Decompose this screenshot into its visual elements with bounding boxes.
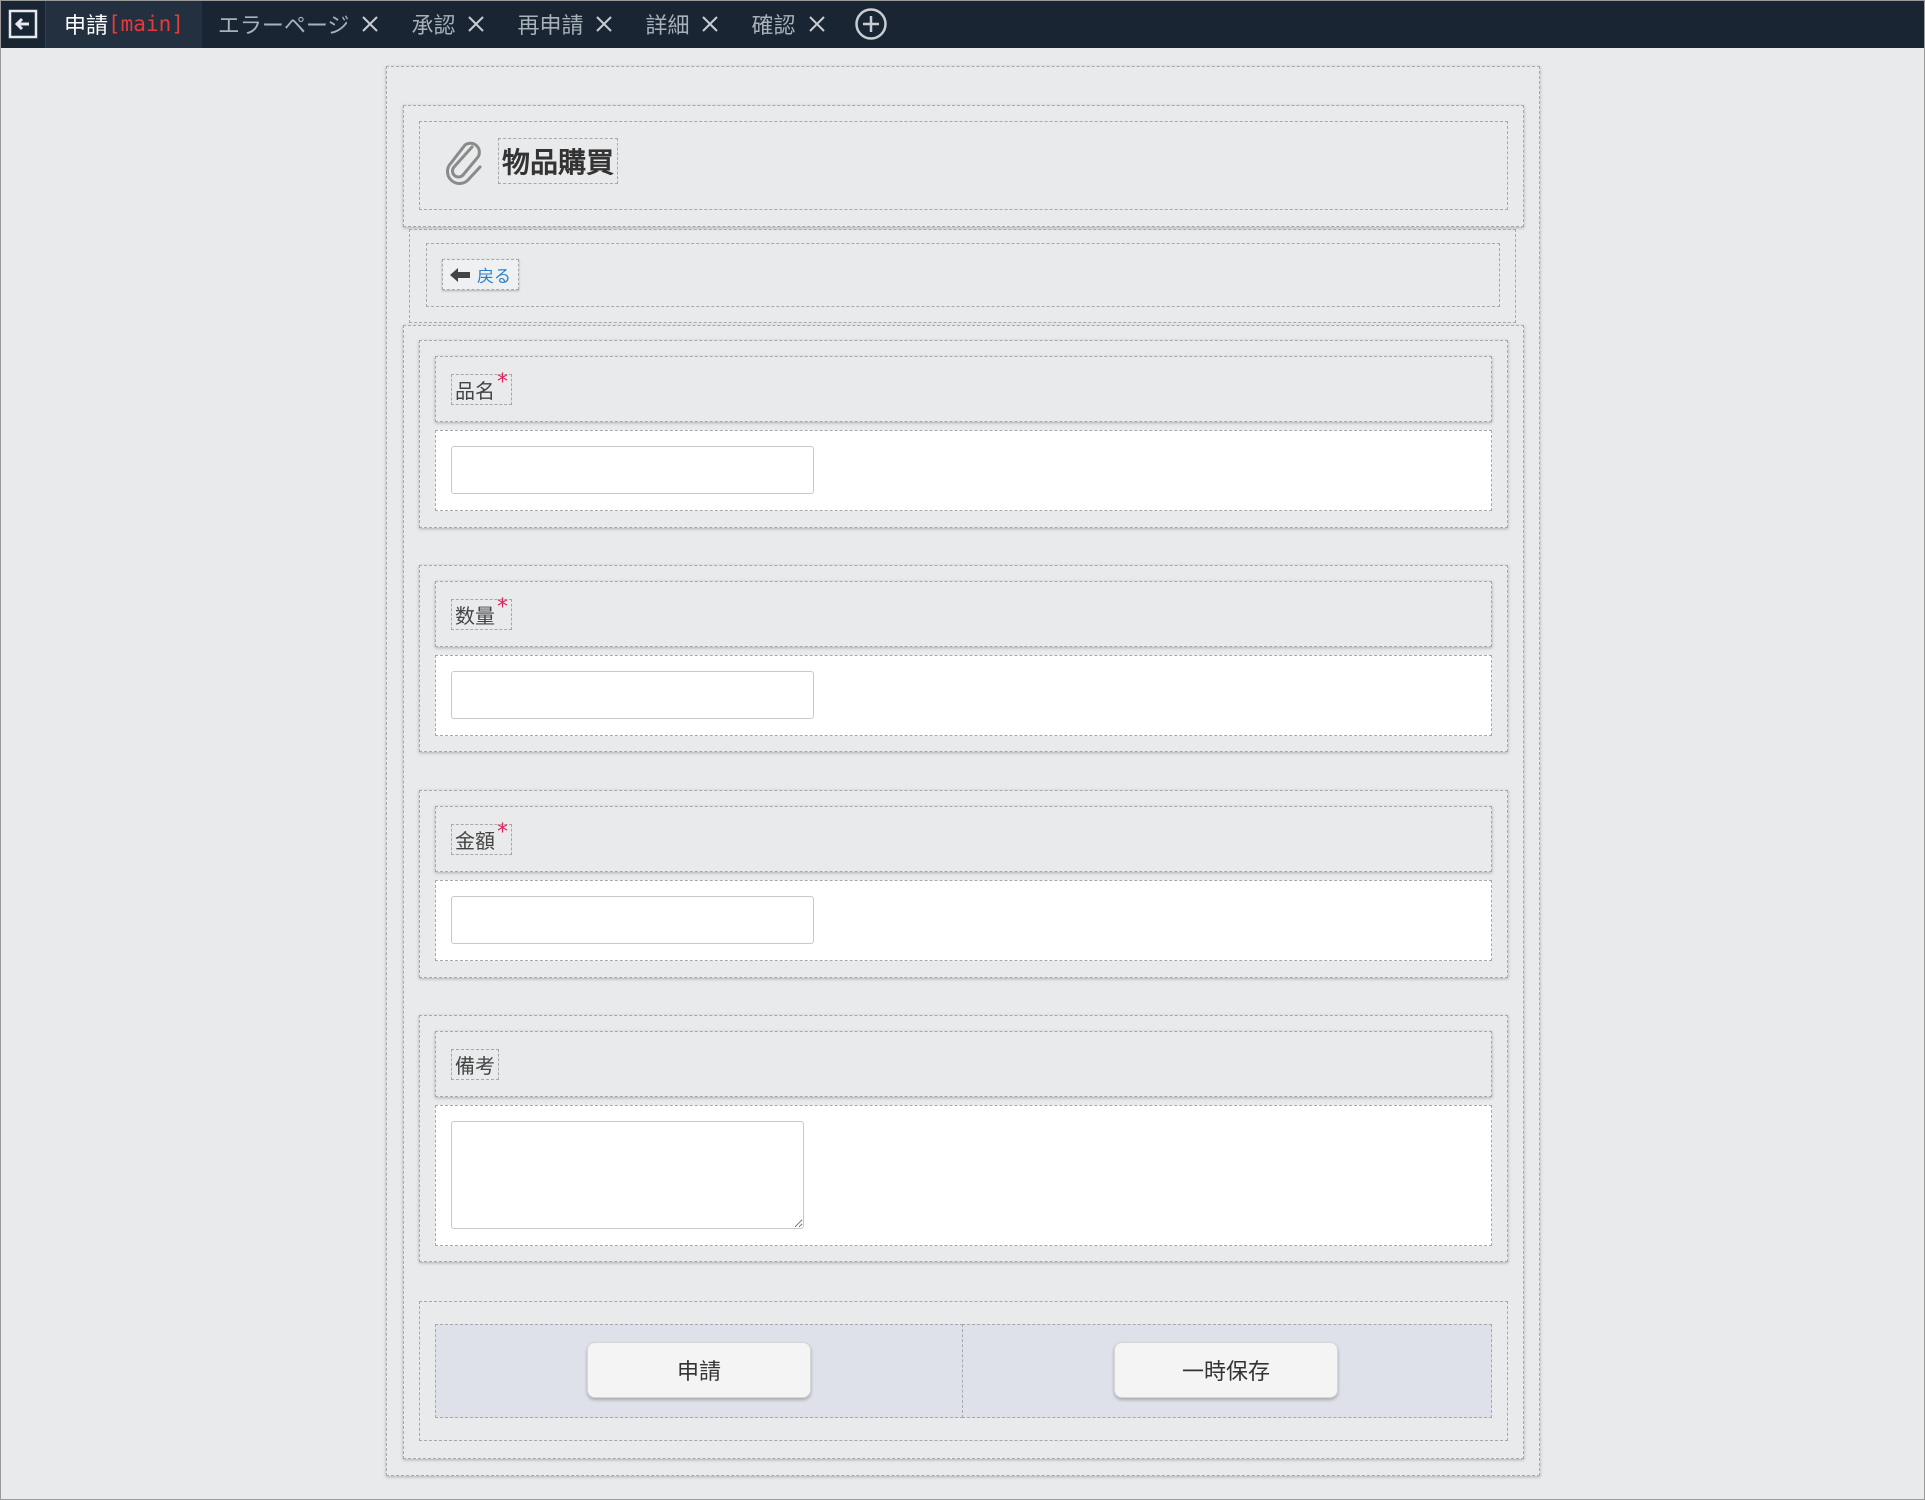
quantity-label: 数量 * bbox=[451, 595, 512, 630]
close-icon[interactable] bbox=[595, 15, 613, 33]
item-name-input[interactable] bbox=[451, 446, 814, 494]
amount-input[interactable] bbox=[451, 896, 814, 944]
field-label-row bbox=[435, 356, 1492, 422]
field-label-row bbox=[435, 1031, 1492, 1097]
tab-label: 申請 bbox=[64, 14, 109, 39]
paperclip-icon bbox=[446, 141, 482, 185]
close-icon[interactable] bbox=[808, 15, 826, 33]
close-icon[interactable] bbox=[467, 15, 485, 33]
back-link-label: 戻る bbox=[477, 267, 511, 287]
close-icon[interactable] bbox=[701, 15, 719, 33]
back-section-inner bbox=[426, 243, 1500, 307]
tab-bar: 申請 [main] エラーページ 承認 再申請 詳細 確認 bbox=[0, 0, 1925, 48]
required-mark: * bbox=[497, 595, 508, 620]
tab-approval[interactable]: 承認 bbox=[395, 0, 501, 48]
amount-label: 金額 * bbox=[451, 820, 512, 855]
tab-label: 詳細 bbox=[645, 14, 690, 39]
save-draft-button[interactable]: 一時保存 bbox=[1114, 1342, 1338, 1398]
tab-label: 確認 bbox=[751, 14, 796, 39]
arrow-left-icon bbox=[450, 267, 470, 282]
plus-circle-icon bbox=[854, 8, 887, 40]
close-icon[interactable] bbox=[361, 15, 379, 33]
tab-label: 承認 bbox=[411, 14, 456, 39]
remarks-label: 備考 bbox=[451, 1049, 499, 1080]
tab-detail[interactable]: 詳細 bbox=[629, 0, 735, 48]
tab-reapply[interactable]: 再申請 bbox=[501, 0, 629, 48]
submit-button[interactable]: 申請 bbox=[587, 1342, 811, 1398]
tab-error-page[interactable]: エラーページ bbox=[202, 0, 396, 48]
item-name-label: 品名 * bbox=[451, 370, 512, 405]
tab-label: 再申請 bbox=[517, 14, 584, 39]
tab-shinsei-main[interactable]: 申請 [main] bbox=[46, 0, 202, 48]
remarks-textarea[interactable] bbox=[451, 1121, 804, 1229]
back-link[interactable]: 戻る bbox=[442, 259, 519, 290]
required-mark: * bbox=[497, 820, 508, 845]
required-mark: * bbox=[497, 370, 508, 395]
exit-button[interactable] bbox=[0, 0, 46, 48]
add-tab-button[interactable] bbox=[846, 0, 896, 48]
quantity-input[interactable] bbox=[451, 671, 814, 719]
tab-label: エラーページ bbox=[217, 14, 350, 39]
main-tag: [main] bbox=[108, 12, 184, 36]
exit-arrow-icon bbox=[8, 9, 37, 39]
field-label-row bbox=[435, 806, 1492, 872]
page-title: 物品購買 bbox=[498, 138, 619, 184]
field-label-row bbox=[435, 581, 1492, 647]
tab-confirm[interactable]: 確認 bbox=[735, 0, 841, 48]
